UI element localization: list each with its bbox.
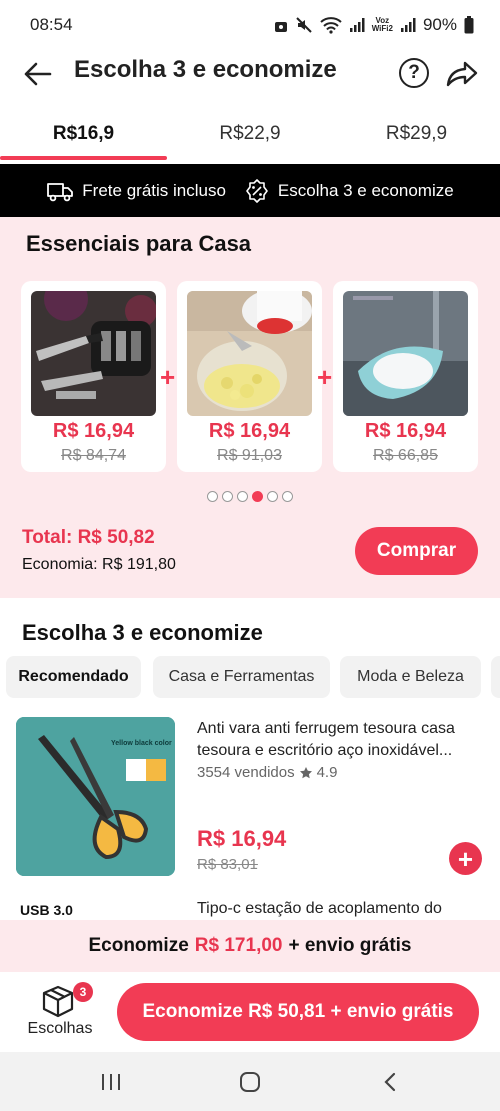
app-header: Escolha 3 e economize ? xyxy=(0,50,500,98)
plus-icon: + xyxy=(457,843,474,874)
benefits-banner: Frete grátis incluso Escolha 3 e economi… xyxy=(0,164,500,217)
carousel-dot[interactable] xyxy=(207,491,218,502)
free-shipping-info: Frete grátis incluso xyxy=(46,180,226,202)
choose-3-text: Escolha 3 e economize xyxy=(277,180,454,200)
plus-icon: + xyxy=(160,362,176,392)
signal-icon xyxy=(349,18,365,32)
product-old-price: R$ 83,01 xyxy=(197,856,258,873)
home-icon xyxy=(240,1072,260,1092)
carousel-dot[interactable] xyxy=(267,491,278,502)
bundle-product-card[interactable]: R$ 16,94 R$ 91,03 xyxy=(177,281,322,472)
question-mark-icon: ? xyxy=(408,62,420,83)
savings-suffix: + envio grátis xyxy=(288,935,412,956)
home-button[interactable] xyxy=(230,1066,270,1098)
add-to-selection-button[interactable]: + xyxy=(449,842,482,875)
choices-count-badge: 3 xyxy=(73,982,93,1002)
card-price: R$ 16,94 xyxy=(364,420,447,442)
chip-home-tools[interactable]: Casa e Ferramentas xyxy=(153,656,330,698)
bundle-section: Essenciais para Casa R$ 16,94 R$ 84,74 + xyxy=(0,217,500,598)
rating-value: 4.9 xyxy=(316,764,338,781)
lock-notification-icon xyxy=(274,22,287,32)
tab-indicator xyxy=(0,156,167,160)
choose-3-info: Escolha 3 e economize xyxy=(244,178,454,204)
category-chips: Recomendado Casa e Ferramentas Moda e Be… xyxy=(6,656,500,698)
discount-badge-icon xyxy=(246,178,268,203)
dock-product-image[interactable]: USB 3.0 xyxy=(16,898,175,920)
star-icon xyxy=(299,766,312,778)
carousel-dots xyxy=(0,491,500,502)
system-nav-bar xyxy=(0,1052,500,1111)
page-title: Escolha 3 e economize xyxy=(74,56,337,83)
sold-count: 3554 vendidos xyxy=(197,764,295,781)
food-chopper-image xyxy=(187,291,312,416)
image-caption: USB 3.0 xyxy=(20,902,73,918)
product-title[interactable]: Tipo-c estação de acoplamento do xyxy=(197,900,483,920)
card-price: R$ 16,94 xyxy=(208,420,291,442)
savings-amount: R$ 171,00 xyxy=(194,935,283,956)
save-checkout-button[interactable]: Economize R$ 50,81 + envio grátis xyxy=(117,983,479,1041)
plus-icon: + xyxy=(317,362,333,392)
recent-apps-button[interactable] xyxy=(91,1066,131,1098)
back-nav-button[interactable] xyxy=(370,1066,410,1098)
share-button[interactable] xyxy=(444,58,480,90)
chip-recommended[interactable]: Recomendado xyxy=(6,656,141,698)
knife-sharpener-image xyxy=(31,291,156,416)
free-shipping-text: Frete grátis incluso xyxy=(82,180,226,200)
tab-price-3[interactable]: R$29,9 xyxy=(333,108,500,160)
box-icon xyxy=(42,985,74,1018)
share-icon xyxy=(446,61,478,87)
choices-label: Escolhas xyxy=(27,1020,93,1037)
product-title[interactable]: Anti vara anti ferrugem tesoura casa tes… xyxy=(197,718,483,762)
back-button[interactable] xyxy=(22,58,54,90)
bundle-economy: Economia: R$ 191,80 xyxy=(22,556,176,573)
battery-icon xyxy=(464,16,474,34)
card-old-price: R$ 66,85 xyxy=(373,447,438,464)
savings-bar: Economize R$ 171,00 + envio grátis xyxy=(0,920,500,972)
carousel-dot[interactable] xyxy=(282,491,293,502)
soap-dish-image xyxy=(343,291,468,416)
card-price: R$ 16,94 xyxy=(52,420,135,442)
chip-more[interactable] xyxy=(491,656,500,698)
bundle-product-card[interactable]: R$ 16,94 R$ 66,85 xyxy=(333,281,478,472)
chip-fashion-beauty[interactable]: Moda e Beleza xyxy=(340,656,481,698)
status-time: 08:54 xyxy=(30,15,73,34)
product-price: R$ 16,94 xyxy=(197,826,287,851)
network-label: Voz WiFi2 xyxy=(371,16,393,33)
carousel-dot[interactable] xyxy=(237,491,248,502)
status-icons: Voz WiFi2 90% xyxy=(274,15,474,35)
status-bar: 08:54 Voz WiFi2 90% xyxy=(0,0,500,50)
battery-level: 90% xyxy=(422,15,457,34)
section-title: Escolha 3 e economize xyxy=(22,620,263,645)
buy-button[interactable]: Comprar xyxy=(355,527,478,575)
bundle-title: Essenciais para Casa xyxy=(26,231,252,256)
scissors-product-image[interactable]: Yellow black color xyxy=(16,717,175,876)
tab-price-1[interactable]: R$16,9 xyxy=(0,108,167,160)
carousel-dot[interactable] xyxy=(222,491,233,502)
signal-icon-2 xyxy=(400,18,416,32)
tab-price-2[interactable]: R$22,9 xyxy=(167,108,333,160)
arrow-left-icon xyxy=(24,62,52,86)
savings-prefix: Economize xyxy=(88,935,189,956)
truck-icon xyxy=(47,182,74,201)
image-caption: Yellow black color xyxy=(111,740,172,747)
help-button[interactable]: ? xyxy=(399,58,429,88)
recent-apps-icon xyxy=(102,1074,120,1090)
wifi-icon xyxy=(320,17,342,34)
carousel-dot-active[interactable] xyxy=(252,491,263,502)
card-old-price: R$ 84,74 xyxy=(61,447,126,464)
price-tabs: R$16,9 R$22,9 R$29,9 xyxy=(0,108,500,164)
bundle-total: Total: R$ 50,82 xyxy=(22,527,155,548)
mute-icon xyxy=(295,17,312,33)
chevron-left-icon xyxy=(384,1072,396,1092)
product-meta: 3554 vendidos 4.9 xyxy=(197,764,337,781)
bottom-action-bar: 3 Escolhas Economize R$ 50,81 + envio gr… xyxy=(0,972,500,1052)
choices-button[interactable]: 3 Escolhas xyxy=(24,982,96,1042)
card-old-price: R$ 91,03 xyxy=(217,447,282,464)
bundle-product-card[interactable]: R$ 16,94 R$ 84,74 xyxy=(21,281,166,472)
